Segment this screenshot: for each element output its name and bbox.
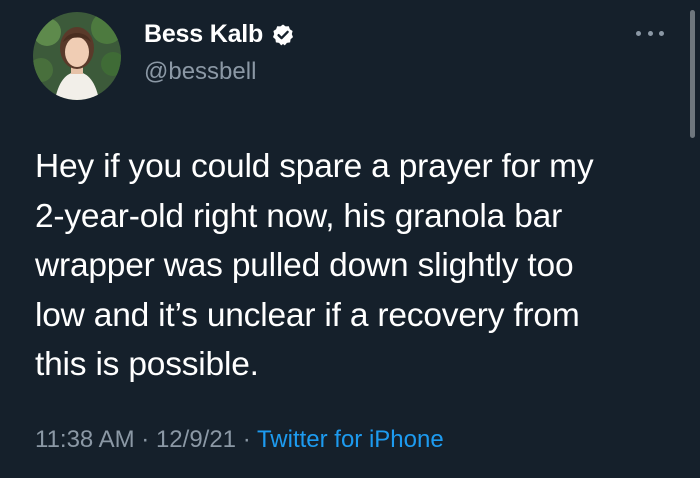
more-dot xyxy=(636,30,641,36)
tweet-text-line: low and it’s unclear if a recovery from xyxy=(35,296,580,334)
author-handle[interactable]: @bessbell xyxy=(144,58,256,86)
scrollbar[interactable] xyxy=(690,10,695,138)
avatar[interactable] xyxy=(33,12,121,100)
author-name-row[interactable]: Bess Kalb xyxy=(144,20,295,49)
tweet-text-line: this is possible. xyxy=(35,346,259,383)
tweet-time[interactable]: 11:38 AM xyxy=(35,426,135,453)
author-display-name[interactable]: Bess Kalb xyxy=(144,20,263,49)
verified-badge-icon xyxy=(271,23,295,47)
tweet-metadata: 11:38 AM · 12/9/21 · Twitter for iPhone xyxy=(35,426,444,454)
tweet-date[interactable]: 12/9/21 xyxy=(156,426,236,453)
tweet-source-link[interactable]: Twitter for iPhone xyxy=(257,426,444,453)
more-options-icon[interactable] xyxy=(636,26,664,40)
tweet-text: Hey if you could spare a prayer for my 2… xyxy=(35,142,675,390)
meta-separator: · xyxy=(134,426,156,453)
tweet-card: Bess Kalb @bessbell Hey if you could spa… xyxy=(0,0,700,478)
more-dot xyxy=(659,30,664,36)
tweet-text-line: 2-year-old right now, his granola bar xyxy=(35,197,563,235)
tweet-text-line: wrapper was pulled down slightly too xyxy=(35,247,574,284)
meta-separator: · xyxy=(236,426,257,453)
more-dot xyxy=(647,30,653,36)
tweet-text-line: Hey if you could spare a prayer for my xyxy=(35,148,594,185)
